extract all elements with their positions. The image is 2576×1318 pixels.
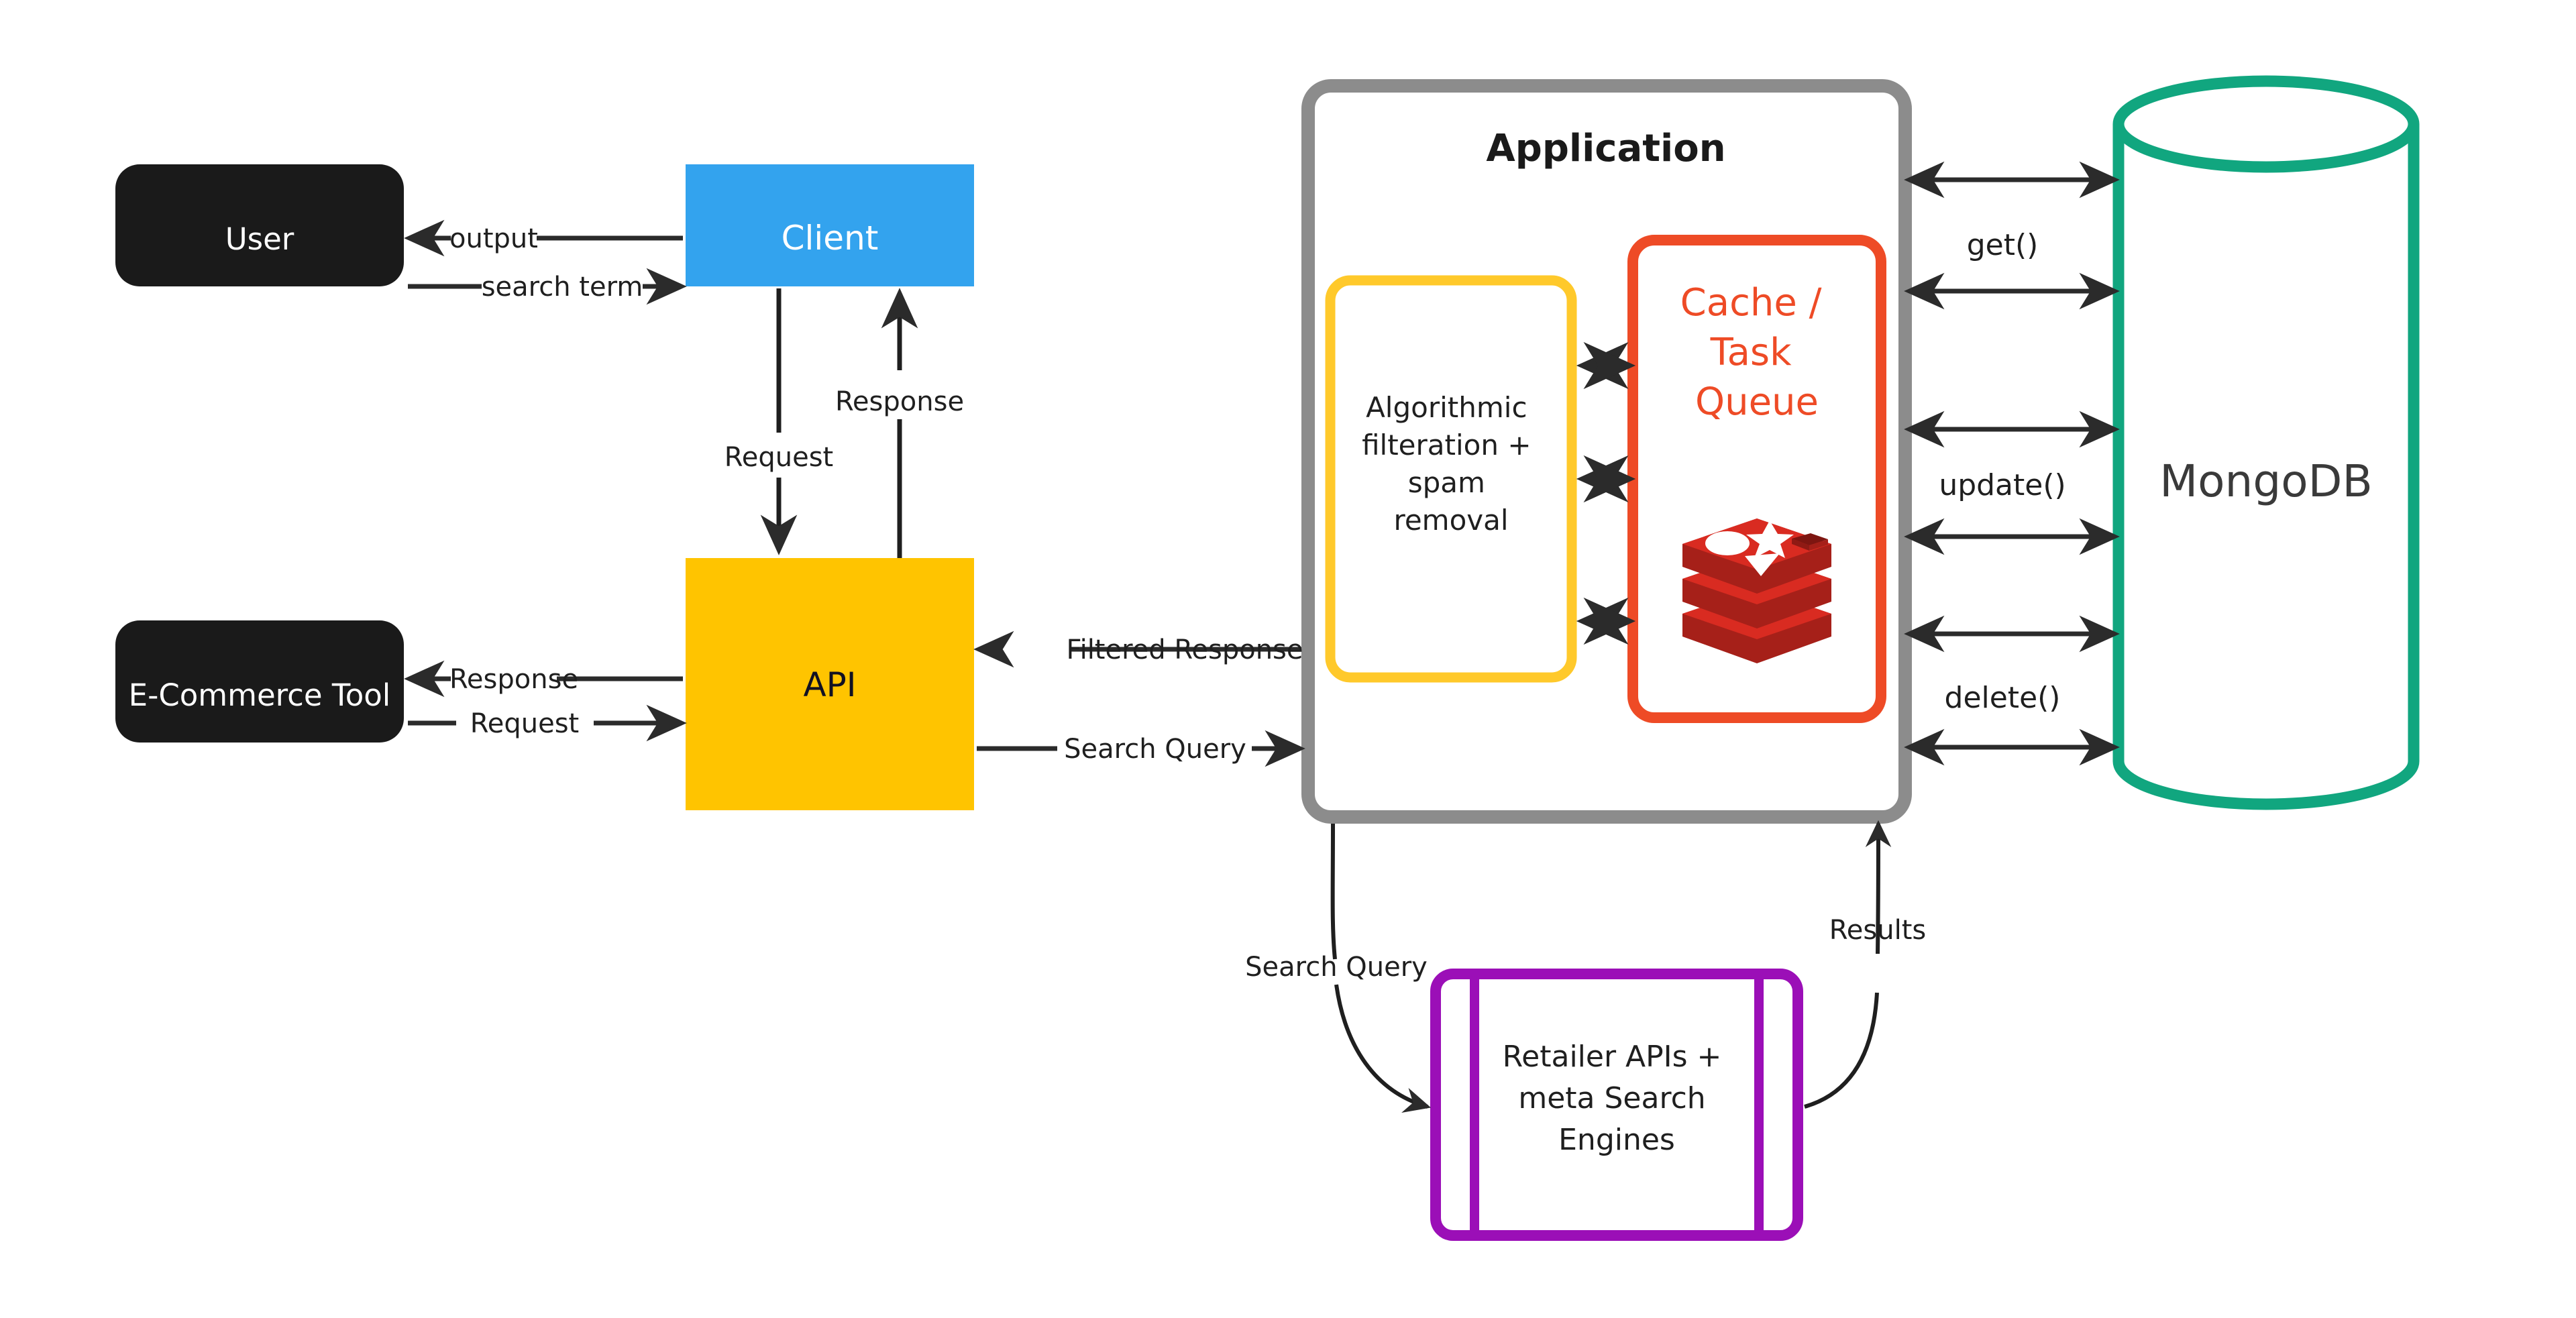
edge-application-to-api-label: Filtered Response	[1066, 635, 1303, 665]
edge-client-to-user: output	[404, 219, 683, 257]
node-retailer-apis[interactable]: Retailer APIs + meta Search Engines	[1430, 969, 1803, 1241]
node-application-label: Application	[1486, 127, 1725, 170]
edge-api-to-application: Search Query	[977, 730, 1305, 767]
retailer-line-1: Retailer APIs +	[1503, 1040, 1722, 1074]
node-api-label: API	[803, 665, 856, 704]
edge-api-to-ecommerce-tool-label: Response	[449, 664, 578, 695]
cache-line-1: Cache /	[1680, 281, 1822, 325]
edge-api-to-ecommerce-tool: Response	[404, 660, 683, 698]
edge-user-to-client: search term	[408, 268, 687, 305]
retailer-line-3: Engines	[1558, 1123, 1675, 1157]
edge-app-mongo-2: get()	[1904, 228, 2120, 310]
edge-app-mongo-4: update()	[1904, 468, 2120, 555]
node-ecommerce-tool[interactable]: E-Commerce Tool	[115, 620, 404, 743]
redis-logo-icon	[1682, 518, 1831, 663]
architecture-diagram: User E-Commerce Tool Client API output s…	[115, 75, 2420, 1241]
cache-line-2: Task	[1710, 331, 1792, 374]
node-client-label: Client	[782, 219, 879, 258]
node-mongodb[interactable]: MongoDB	[2112, 75, 2420, 810]
edge-retailer-to-application-label: Results	[1829, 915, 1926, 946]
edge-application-to-retailer-label: Search Query	[1245, 952, 1428, 983]
filtration-line-2: filteration +	[1362, 429, 1531, 461]
edge-application-to-api: Filtered Response	[973, 630, 1303, 668]
filtration-line-3: spam	[1408, 466, 1485, 499]
edge-api-to-client: Response	[835, 288, 964, 558]
edge-client-to-api: Request	[724, 288, 833, 555]
node-filtration[interactable]: Algorithmic filteration + spam removal	[1325, 275, 1577, 683]
edge-retailer-to-application: Results	[1804, 820, 1926, 1109]
filtration-line-4: removal	[1393, 504, 1508, 537]
edge-update-label: update()	[1939, 468, 2065, 502]
edge-user-to-client-label: search term	[482, 272, 643, 303]
node-ecommerce-tool-label: E-Commerce Tool	[129, 677, 391, 713]
edge-app-mongo-6: delete()	[1904, 681, 2120, 766]
edge-client-to-user-label: output	[449, 223, 538, 254]
edge-api-to-application-label: Search Query	[1064, 734, 1246, 765]
edge-client-to-api-label: Request	[724, 442, 833, 473]
edge-ecommerce-tool-to-api: Request	[408, 704, 687, 742]
retailer-line-2: meta Search	[1518, 1081, 1705, 1115]
node-api[interactable]: API	[686, 558, 974, 810]
node-mongodb-label: MongoDB	[2159, 455, 2373, 507]
edge-application-to-retailer: Search Query	[1245, 823, 1432, 1113]
edge-get-label: get()	[1967, 228, 2039, 262]
edge-delete-label: delete()	[1945, 681, 2061, 715]
node-client[interactable]: Client	[686, 164, 974, 286]
node-user-label: User	[225, 221, 294, 257]
edge-ecommerce-tool-to-api-label: Request	[470, 708, 579, 739]
node-user[interactable]: User	[115, 164, 404, 286]
cache-line-3: Queue	[1695, 380, 1819, 424]
edge-api-to-client-label: Response	[835, 386, 964, 417]
diagram-canvas: User E-Commerce Tool Client API output s…	[0, 0, 2576, 1318]
filtration-line-1: Algorithmic	[1366, 391, 1527, 424]
node-cache-task-queue[interactable]: Cache / Task Queue	[1627, 235, 1886, 723]
